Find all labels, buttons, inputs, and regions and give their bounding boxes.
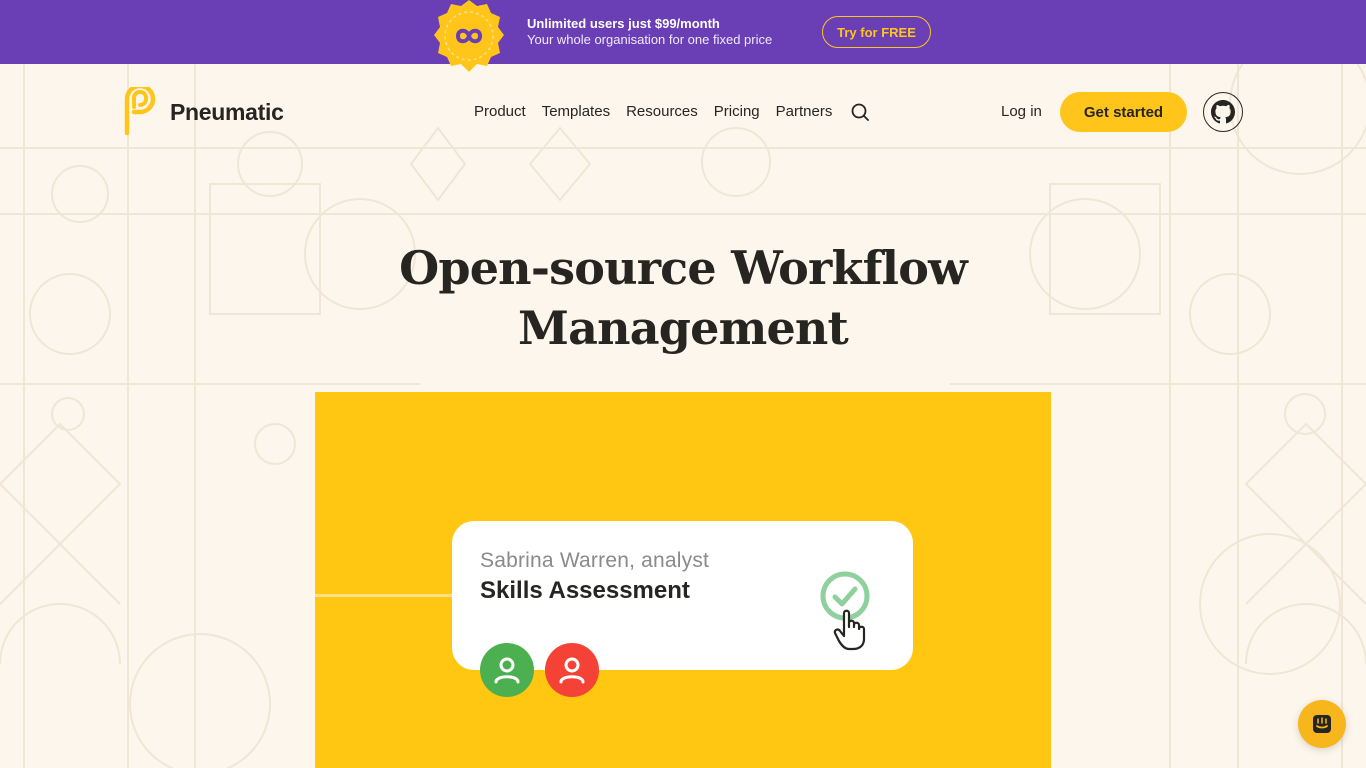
nav-item-templates[interactable]: Templates xyxy=(542,102,610,122)
promo-banner: Unlimited users just $99/month Your whol… xyxy=(0,0,1366,72)
chat-icon xyxy=(1313,715,1331,733)
avatar xyxy=(480,643,534,697)
try-free-button[interactable]: Try for FREE xyxy=(822,16,931,48)
page-title-line2: Management xyxy=(517,301,849,355)
pointer-hand-icon xyxy=(833,609,866,651)
search-icon[interactable] xyxy=(850,102,870,122)
github-button[interactable] xyxy=(1203,92,1243,132)
promo-subtitle: Your whole organisation for one fixed pr… xyxy=(527,32,773,47)
task-title: Skills Assessment xyxy=(480,577,690,604)
get-started-button[interactable]: Get started xyxy=(1060,92,1187,132)
github-icon xyxy=(1211,100,1235,124)
workflow-connector xyxy=(315,594,455,597)
chat-launcher-button[interactable] xyxy=(1298,700,1346,748)
nav-item-resources[interactable]: Resources xyxy=(626,102,698,122)
page-title-line1: Open-source Workflow xyxy=(399,241,968,295)
hero-illustration: Sabrina Warren, analyst Skills Assessmen… xyxy=(315,392,1051,768)
user-icon xyxy=(494,657,520,684)
nav-item-product[interactable]: Product xyxy=(474,102,526,122)
promo-text: Unlimited users just $99/month Your whol… xyxy=(527,16,772,48)
nav-item-partners[interactable]: Partners xyxy=(776,102,833,122)
page-title: Open-source Workflow Management xyxy=(333,238,1033,358)
avatar xyxy=(545,643,599,697)
logo-text: Pneumatic xyxy=(170,98,284,125)
nav-item-pricing[interactable]: Pricing xyxy=(714,102,760,122)
infinity-icon xyxy=(434,0,504,72)
promo-title: Unlimited users just $99/month xyxy=(527,16,720,31)
login-link[interactable]: Log in xyxy=(1001,102,1042,122)
user-icon xyxy=(559,657,585,684)
logo-mark-icon xyxy=(124,87,156,136)
site-header: Pneumatic Product Templates Resources Pr… xyxy=(0,64,1366,160)
logo[interactable]: Pneumatic xyxy=(122,87,284,137)
task-assignee: Sabrina Warren, analyst xyxy=(480,549,710,572)
main-nav: Product Templates Resources Pricing Part… xyxy=(474,102,870,122)
